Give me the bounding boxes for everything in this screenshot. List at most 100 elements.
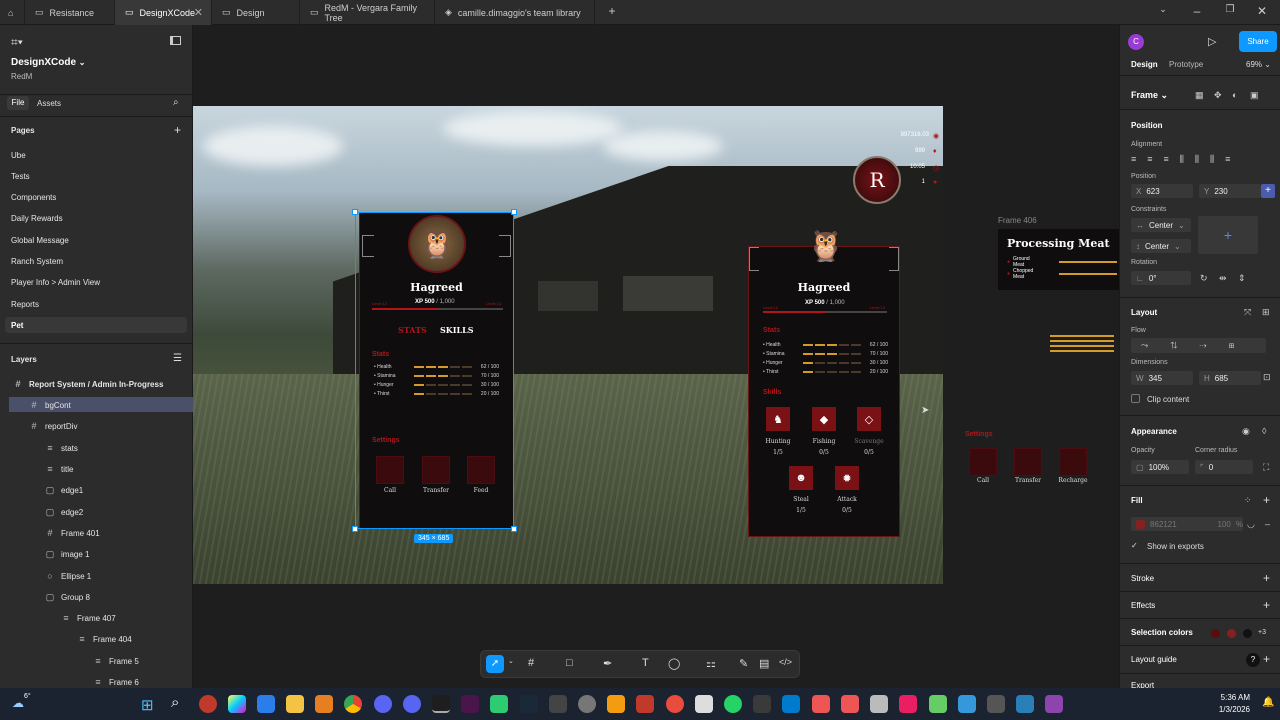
tab-assets[interactable]: Assets — [37, 99, 61, 108]
resize-handle[interactable] — [352, 526, 358, 532]
app-icon[interactable] — [549, 695, 567, 713]
app-icon[interactable] — [987, 695, 1005, 713]
slack-icon[interactable] — [461, 695, 479, 713]
add-stroke-icon[interactable]: + — [1263, 571, 1270, 585]
close-icon[interactable]: ✕ — [194, 6, 203, 19]
gem-icon[interactable]: ◇ — [857, 407, 881, 431]
processing-meat-panel[interactable]: Processing Meat ● Ground Meat ● Chopped Me… — [998, 229, 1119, 290]
rotate-icon[interactable]: ↻ — [1200, 273, 1208, 284]
app-icon[interactable] — [490, 695, 508, 713]
app-icon[interactable] — [1045, 695, 1063, 713]
app-icon[interactable] — [607, 695, 625, 713]
notion-icon[interactable] — [695, 695, 713, 713]
corner-radius-input[interactable]: ⌜ 0 — [1195, 460, 1253, 474]
pen-tool-icon[interactable]: ✒ — [603, 657, 612, 670]
app-icon[interactable] — [899, 695, 917, 713]
page-item[interactable]: Components — [11, 193, 56, 202]
tab-prototype[interactable]: Prototype — [1169, 60, 1203, 69]
figma-menu-icon[interactable]: ⌗▾ — [11, 35, 23, 50]
app-icon[interactable] — [753, 695, 771, 713]
add-tab-icon[interactable]: + — [602, 4, 622, 18]
comment-tool-icon[interactable]: ◯ — [668, 657, 680, 670]
vscode-icon[interactable] — [782, 695, 800, 713]
style-icon[interactable]: ▣ — [1250, 90, 1259, 101]
layer-row[interactable]: # reportDiv — [29, 421, 77, 431]
chevron-down-icon[interactable]: ⌄ — [508, 657, 514, 665]
frame-dropdown[interactable]: Frame ⌄ — [1131, 90, 1168, 101]
page-item[interactable]: Daily Rewards — [11, 214, 63, 223]
draw-mode-icon[interactable]: ✎ — [739, 657, 748, 670]
color-swatch[interactable] — [1211, 629, 1220, 638]
recharge-slot[interactable] — [1059, 448, 1087, 476]
clock-time[interactable]: 5:36 AM — [1206, 693, 1250, 702]
page-item[interactable]: Global Message — [11, 236, 69, 245]
gear-icon[interactable]: ✹ — [835, 466, 859, 490]
pet-card-selected[interactable]: 🦉 Hagreed Level 12 Level 13 XP 500 / 1,0… — [359, 212, 514, 529]
y-input[interactable]: Y 230 — [1199, 184, 1261, 198]
flip-h-icon[interactable]: ⇹ — [1219, 273, 1227, 284]
constraint-h-select[interactable]: ↔ Center ⌄ — [1131, 218, 1191, 232]
app-icon[interactable] — [870, 695, 888, 713]
discord-icon[interactable] — [403, 695, 421, 713]
layer-row[interactable]: # Report System / Admin In-Progress — [13, 379, 163, 389]
tab-team-library[interactable]: ◈ camille.dimaggio's team library — [435, 0, 595, 25]
whatsapp-icon[interactable] — [724, 695, 742, 713]
height-input[interactable]: H 685 — [1199, 371, 1261, 385]
app-icon[interactable] — [315, 695, 333, 713]
zoom-level[interactable]: 69% ⌄ — [1246, 60, 1271, 69]
layer-row[interactable]: ≡ Frame 5 — [93, 656, 138, 666]
fish-icon[interactable]: ◆ — [812, 407, 836, 431]
tab-design[interactable]: ▭ Design — [212, 0, 300, 25]
eye-icon[interactable]: ◉ — [1242, 426, 1250, 437]
app-icon[interactable] — [199, 695, 217, 713]
styles-icon[interactable]: ⁘ — [1244, 495, 1252, 506]
add-guide-icon[interactable]: + — [1263, 652, 1270, 666]
resize-icon[interactable]: ⊡ — [1263, 372, 1271, 383]
flip-v-icon[interactable]: ⇕ — [1238, 273, 1246, 284]
pet-card-skills[interactable]: 🦉 Hagreed XP 500 / 1,000 Level 12 Level … — [748, 230, 900, 537]
remove-fill-icon[interactable]: – — [1265, 519, 1270, 529]
page-item-selected[interactable] — [5, 317, 187, 333]
x-input[interactable]: X 623 — [1131, 184, 1193, 198]
expand-icon[interactable]: ⤧ — [1244, 307, 1251, 318]
layer-row[interactable]: ▢ edge1 — [45, 485, 84, 496]
discord-icon[interactable] — [374, 695, 392, 713]
app-icon[interactable] — [636, 695, 654, 713]
app-icon[interactable] — [578, 695, 596, 713]
rotation-input[interactable]: ∟ 0° — [1131, 271, 1191, 285]
fill-input[interactable]: 862121 100% — [1131, 517, 1243, 531]
text-tool-icon[interactable]: T — [642, 657, 649, 669]
layer-row[interactable]: ▢ edge2 — [45, 507, 84, 518]
minimize-icon[interactable]: – — [1187, 4, 1207, 18]
add-effect-icon[interactable]: + — [1263, 598, 1270, 612]
app-icon[interactable] — [812, 695, 830, 713]
resize-handle[interactable] — [352, 209, 358, 215]
add-page-icon[interactable]: + — [174, 123, 181, 137]
visibility-icon[interactable]: ◡ — [1247, 519, 1255, 530]
frame-tool-icon[interactable]: # — [528, 657, 534, 669]
close-window-icon[interactable]: ✕ — [1252, 4, 1272, 18]
mask-icon[interactable]: ☻ — [789, 466, 813, 490]
play-icon[interactable]: ▷ — [1208, 35, 1216, 48]
actions-tool-icon[interactable]: ⚏ — [706, 657, 716, 670]
move-tool-icon[interactable]: ➚ — [486, 655, 504, 673]
layer-row[interactable]: ≡ title — [45, 464, 73, 474]
folder-icon[interactable] — [286, 695, 304, 713]
maximize-icon[interactable]: ❐ — [1220, 4, 1240, 15]
app-icon[interactable] — [841, 695, 859, 713]
app-icon[interactable] — [958, 695, 976, 713]
share-button[interactable]: Share — [1239, 31, 1277, 52]
layer-row[interactable]: # Frame 401 — [45, 528, 99, 538]
file-name[interactable]: DesignXCode ⌄ — [11, 57, 86, 68]
clock-date[interactable]: 1/3/2026 — [1206, 705, 1250, 714]
copilot-icon[interactable] — [228, 695, 246, 713]
canvas[interactable]: R 997316.03 999 10:05 1 ◉ ♦ ◷ ● 🦉 Hagree… — [193, 25, 1119, 688]
figma-icon[interactable] — [432, 695, 450, 713]
app-icon[interactable] — [1016, 695, 1034, 713]
rectangle-tool-icon[interactable]: □ — [566, 657, 573, 669]
search-icon[interactable]: ⌕ — [173, 97, 179, 108]
deer-icon[interactable]: ♞ — [766, 407, 790, 431]
color-swatch[interactable] — [1227, 629, 1236, 638]
layer-row[interactable]: ○ Ellipse 1 — [45, 571, 91, 581]
add-fill-icon[interactable]: + — [1263, 493, 1270, 507]
